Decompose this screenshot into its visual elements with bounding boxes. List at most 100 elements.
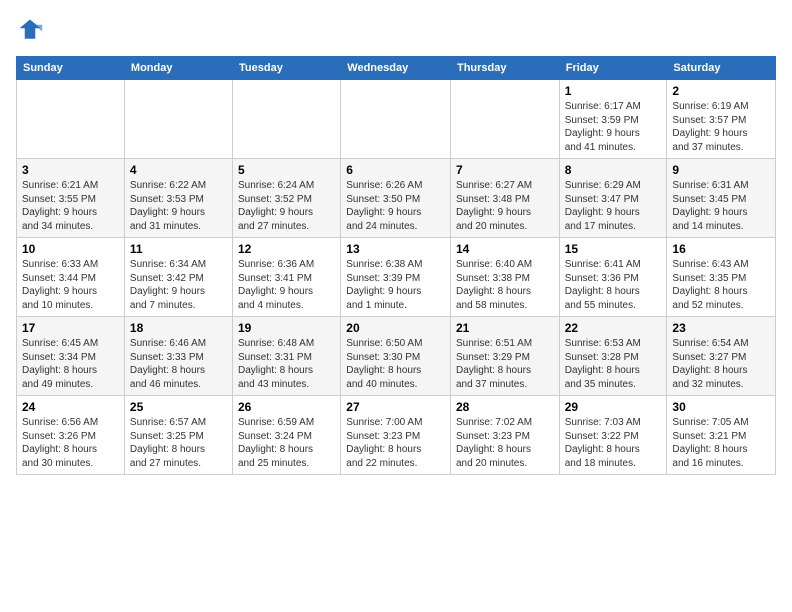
day-number: 29 [565, 400, 662, 414]
day-cell: 5 Sunrise: 6:24 AM Sunset: 3:52 PM Daylig… [233, 159, 341, 238]
day-info: Sunrise: 6:26 AM Sunset: 3:50 PM Dayligh… [346, 179, 445, 233]
day-number: 22 [565, 321, 662, 335]
day-info: Sunrise: 6:31 AM Sunset: 3:45 PM Dayligh… [672, 179, 770, 233]
week-row-4: 17 Sunrise: 6:45 AM Sunset: 3:34 PM Dayli… [17, 317, 776, 396]
day-info: Sunrise: 6:29 AM Sunset: 3:47 PM Dayligh… [565, 179, 662, 233]
day-cell: 7 Sunrise: 6:27 AM Sunset: 3:48 PM Daylig… [450, 159, 559, 238]
day-cell: 6Sunrise: 6:26 AM Sunset: 3:50 PM Daylig… [341, 159, 451, 238]
day-info: Sunrise: 6:41 AM Sunset: 3:36 PM Dayligh… [565, 258, 662, 312]
col-header-sunday: Sunday [17, 57, 125, 80]
day-cell: 18 Sunrise: 6:46 AM Sunset: 3:33 PM Dayli… [124, 317, 232, 396]
day-number: 20 [346, 321, 445, 335]
day-info: Sunrise: 6:24 AM Sunset: 3:52 PM Dayligh… [238, 179, 335, 233]
day-number: 18 [130, 321, 227, 335]
day-info: Sunrise: 7:03 AM Sunset: 3:22 PM Dayligh… [565, 416, 662, 470]
day-number: 16 [672, 242, 770, 256]
day-cell [17, 80, 125, 159]
day-info: Sunrise: 6:33 AM Sunset: 3:44 PM Dayligh… [22, 258, 119, 312]
day-info: Sunrise: 6:36 AM Sunset: 3:41 PM Dayligh… [238, 258, 335, 312]
day-cell: 28 Sunrise: 7:02 AM Sunset: 3:23 PM Dayli… [450, 396, 559, 475]
day-cell: 19 Sunrise: 6:48 AM Sunset: 3:31 PM Dayli… [233, 317, 341, 396]
calendar: SundayMondayTuesdayWednesdayThursdayFrid… [16, 56, 776, 475]
day-cell: 11Sunrise: 6:34 AM Sunset: 3:42 PM Dayli… [124, 238, 232, 317]
day-number: 11 [130, 242, 227, 256]
day-cell [341, 80, 451, 159]
day-number: 17 [22, 321, 119, 335]
col-header-friday: Friday [559, 57, 667, 80]
day-cell: 8 Sunrise: 6:29 AM Sunset: 3:47 PM Daylig… [559, 159, 667, 238]
logo-icon [16, 16, 44, 44]
day-info: Sunrise: 6:48 AM Sunset: 3:31 PM Dayligh… [238, 337, 335, 391]
day-number: 3 [22, 163, 119, 177]
day-number: 8 [565, 163, 662, 177]
day-info: Sunrise: 6:57 AM Sunset: 3:25 PM Dayligh… [130, 416, 227, 470]
week-row-3: 10 Sunrise: 6:33 AM Sunset: 3:44 PM Dayli… [17, 238, 776, 317]
day-info: Sunrise: 6:53 AM Sunset: 3:28 PM Dayligh… [565, 337, 662, 391]
day-cell: 30 Sunrise: 7:05 AM Sunset: 3:21 PM Dayli… [667, 396, 776, 475]
day-cell: 25 Sunrise: 6:57 AM Sunset: 3:25 PM Dayli… [124, 396, 232, 475]
day-cell: 26 Sunrise: 6:59 AM Sunset: 3:24 PM Dayli… [233, 396, 341, 475]
day-cell [450, 80, 559, 159]
week-row-2: 3 Sunrise: 6:21 AM Sunset: 3:55 PM Daylig… [17, 159, 776, 238]
day-cell: 12 Sunrise: 6:36 AM Sunset: 3:41 PM Dayli… [233, 238, 341, 317]
day-info: Sunrise: 7:02 AM Sunset: 3:23 PM Dayligh… [456, 416, 554, 470]
day-number: 7 [456, 163, 554, 177]
day-number: 9 [672, 163, 770, 177]
day-info: Sunrise: 6:40 AM Sunset: 3:38 PM Dayligh… [456, 258, 554, 312]
day-number: 30 [672, 400, 770, 414]
col-header-monday: Monday [124, 57, 232, 80]
day-number: 1 [565, 84, 662, 98]
day-info: Sunrise: 6:19 AM Sunset: 3:57 PM Dayligh… [672, 100, 770, 154]
day-cell: 13Sunrise: 6:38 AM Sunset: 3:39 PM Dayli… [341, 238, 451, 317]
day-info: Sunrise: 6:21 AM Sunset: 3:55 PM Dayligh… [22, 179, 119, 233]
day-number: 25 [130, 400, 227, 414]
day-number: 12 [238, 242, 335, 256]
day-number: 23 [672, 321, 770, 335]
day-cell [233, 80, 341, 159]
day-number: 28 [456, 400, 554, 414]
day-info: Sunrise: 6:22 AM Sunset: 3:53 PM Dayligh… [130, 179, 227, 233]
col-header-saturday: Saturday [667, 57, 776, 80]
day-number: 4 [130, 163, 227, 177]
logo [16, 16, 48, 44]
day-cell: 16Sunrise: 6:43 AM Sunset: 3:35 PM Dayli… [667, 238, 776, 317]
day-number: 21 [456, 321, 554, 335]
day-number: 27 [346, 400, 445, 414]
day-number: 10 [22, 242, 119, 256]
day-cell: 9 Sunrise: 6:31 AM Sunset: 3:45 PM Daylig… [667, 159, 776, 238]
day-info: Sunrise: 6:38 AM Sunset: 3:39 PM Dayligh… [346, 258, 445, 312]
day-cell: 22 Sunrise: 6:53 AM Sunset: 3:28 PM Dayli… [559, 317, 667, 396]
week-row-1: 1 Sunrise: 6:17 AM Sunset: 3:59 PM Daylig… [17, 80, 776, 159]
day-cell: 3 Sunrise: 6:21 AM Sunset: 3:55 PM Daylig… [17, 159, 125, 238]
day-cell: 4 Sunrise: 6:22 AM Sunset: 3:53 PM Daylig… [124, 159, 232, 238]
day-info: Sunrise: 6:17 AM Sunset: 3:59 PM Dayligh… [565, 100, 662, 154]
header-row: SundayMondayTuesdayWednesdayThursdayFrid… [17, 57, 776, 80]
day-cell: 17 Sunrise: 6:45 AM Sunset: 3:34 PM Dayli… [17, 317, 125, 396]
day-info: Sunrise: 6:59 AM Sunset: 3:24 PM Dayligh… [238, 416, 335, 470]
day-info: Sunrise: 6:56 AM Sunset: 3:26 PM Dayligh… [22, 416, 119, 470]
day-number: 15 [565, 242, 662, 256]
calendar-header: SundayMondayTuesdayWednesdayThursdayFrid… [17, 57, 776, 80]
day-number: 5 [238, 163, 335, 177]
day-cell: 20Sunrise: 6:50 AM Sunset: 3:30 PM Dayli… [341, 317, 451, 396]
day-info: Sunrise: 7:05 AM Sunset: 3:21 PM Dayligh… [672, 416, 770, 470]
day-number: 14 [456, 242, 554, 256]
day-cell: 21Sunrise: 6:51 AM Sunset: 3:29 PM Dayli… [450, 317, 559, 396]
col-header-tuesday: Tuesday [233, 57, 341, 80]
day-cell: 15 Sunrise: 6:41 AM Sunset: 3:36 PM Dayli… [559, 238, 667, 317]
day-info: Sunrise: 6:46 AM Sunset: 3:33 PM Dayligh… [130, 337, 227, 391]
day-info: Sunrise: 6:27 AM Sunset: 3:48 PM Dayligh… [456, 179, 554, 233]
col-header-wednesday: Wednesday [341, 57, 451, 80]
calendar-body: 1 Sunrise: 6:17 AM Sunset: 3:59 PM Daylig… [17, 80, 776, 475]
day-cell: 1 Sunrise: 6:17 AM Sunset: 3:59 PM Daylig… [559, 80, 667, 159]
day-cell: 10 Sunrise: 6:33 AM Sunset: 3:44 PM Dayli… [17, 238, 125, 317]
day-number: 19 [238, 321, 335, 335]
day-cell [124, 80, 232, 159]
week-row-5: 24Sunrise: 6:56 AM Sunset: 3:26 PM Dayli… [17, 396, 776, 475]
day-cell: 2 Sunrise: 6:19 AM Sunset: 3:57 PM Daylig… [667, 80, 776, 159]
day-cell: 23Sunrise: 6:54 AM Sunset: 3:27 PM Dayli… [667, 317, 776, 396]
day-number: 26 [238, 400, 335, 414]
day-info: Sunrise: 6:45 AM Sunset: 3:34 PM Dayligh… [22, 337, 119, 391]
day-number: 2 [672, 84, 770, 98]
day-info: Sunrise: 7:00 AM Sunset: 3:23 PM Dayligh… [346, 416, 445, 470]
